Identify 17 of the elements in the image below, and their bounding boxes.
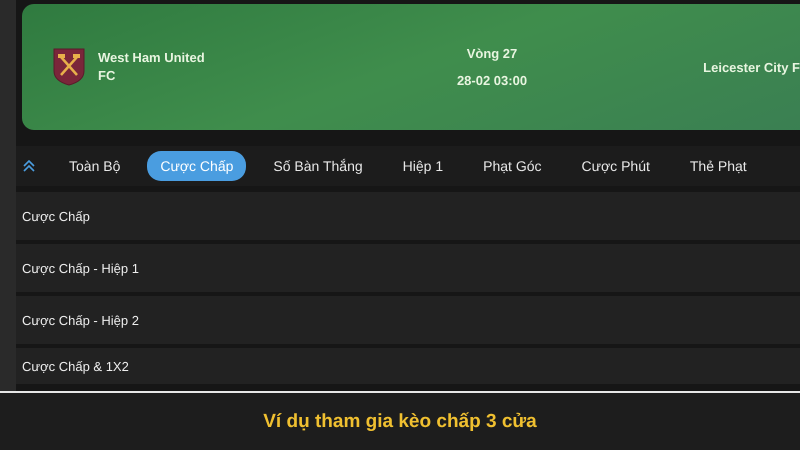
collapse-chevron-icon[interactable]	[22, 160, 36, 172]
hammers-crest-icon	[52, 47, 86, 87]
market-tab[interactable]: Toàn Bộ	[56, 151, 134, 181]
caption-text: Ví dụ tham gia kèo chấp 3 cửa	[263, 410, 537, 432]
round-label: Vòng 27	[466, 46, 518, 61]
market-tab[interactable]: Thẻ Phạt	[676, 151, 760, 181]
market-row[interactable]: Cược Chấp	[16, 192, 800, 240]
market-row[interactable]: Cược Chấp & 1X2	[16, 348, 800, 384]
market-row[interactable]: Cược Chấp - Hiệp 2	[16, 296, 800, 344]
match-datetime: 28-02 03:00	[456, 73, 528, 88]
market-row[interactable]: Cược Chấp - Hiệp 1	[16, 244, 800, 292]
market-tab[interactable]: Phạt Góc	[470, 151, 555, 181]
market-tab[interactable]: Số Bàn Thắng	[260, 151, 376, 181]
home-team-name: West Ham United FC	[98, 48, 206, 85]
market-tab[interactable]: Hiệp 1	[390, 151, 456, 181]
away-team-name: Leicester City F	[703, 60, 800, 74]
market-tab[interactable]: Cược Phút	[568, 151, 663, 181]
